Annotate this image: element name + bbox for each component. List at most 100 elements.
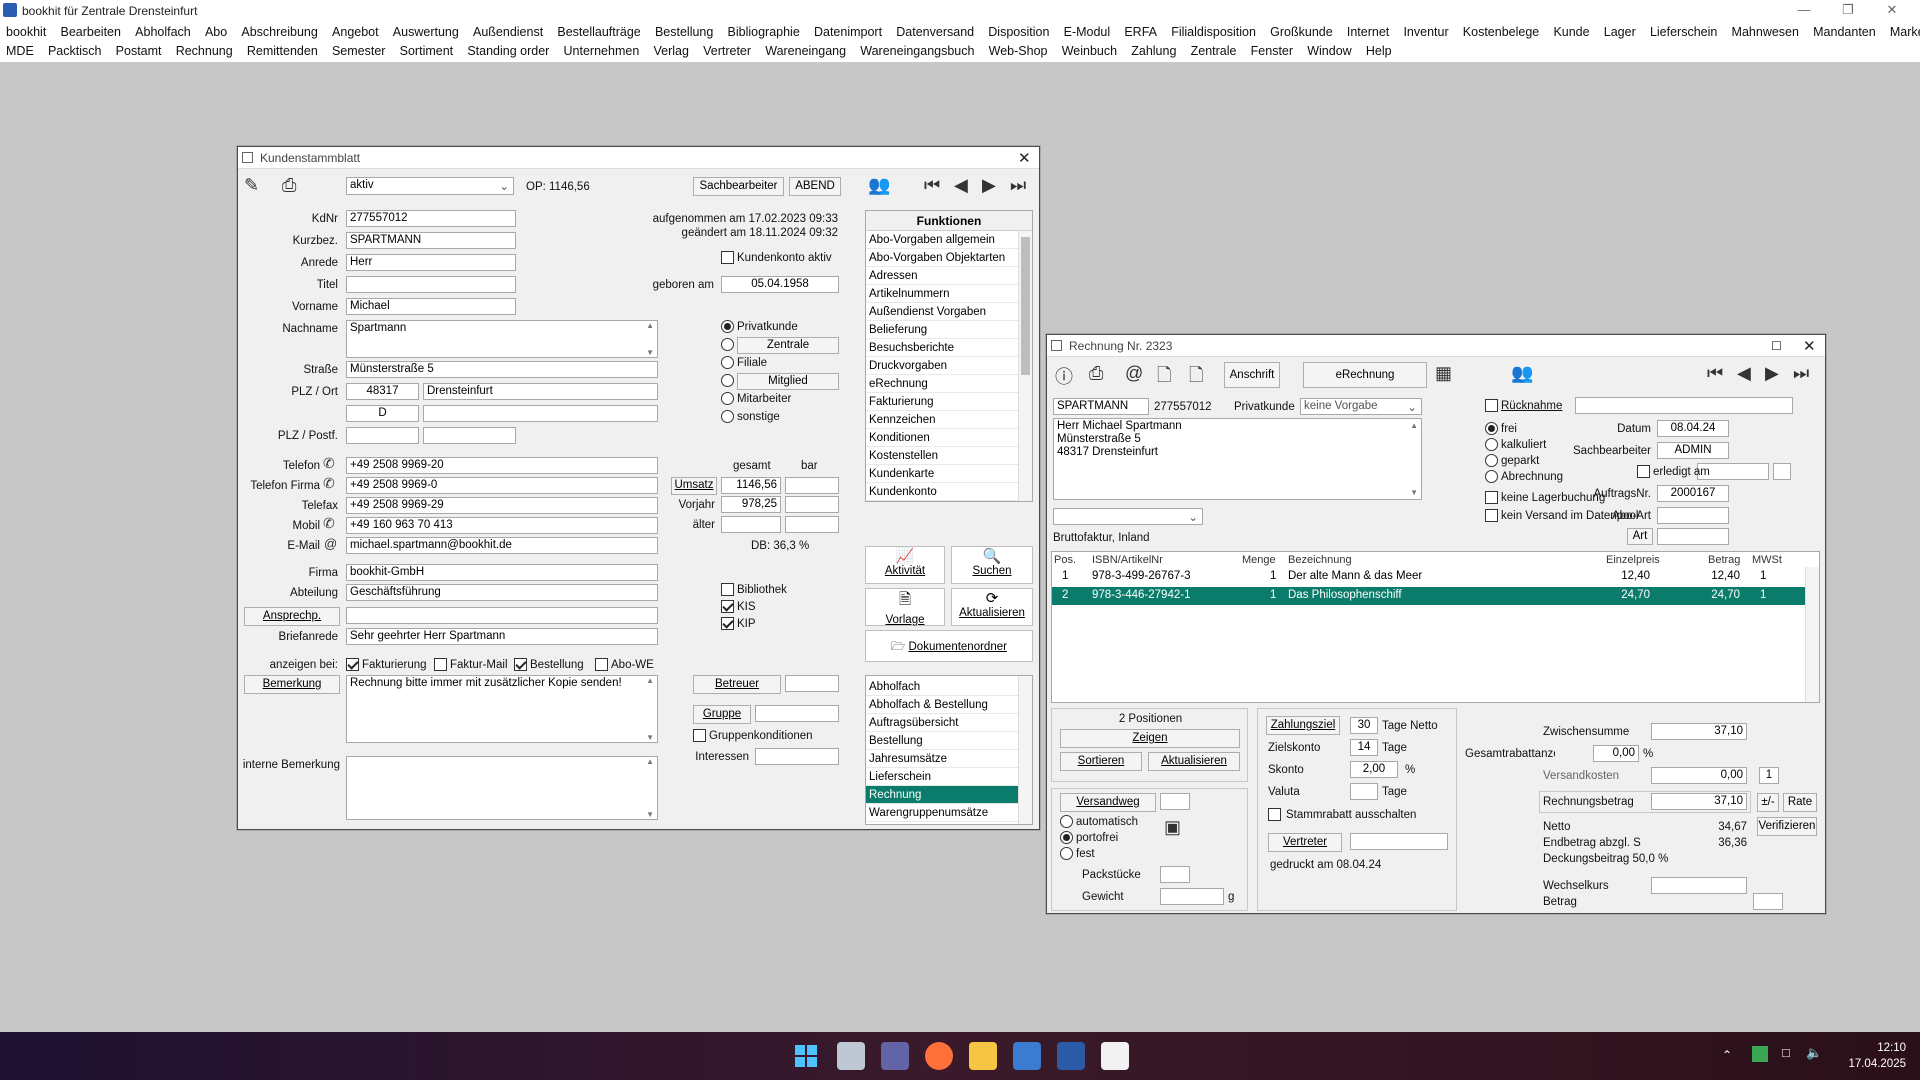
zahlungsziel-field[interactable]: 30 [1350,717,1378,734]
rechnung-kurzbez-field[interactable]: SPARTMANN [1053,398,1149,415]
menu-item[interactable]: Zentrale [1191,44,1237,58]
funktion-item[interactable]: Konditionen [866,429,1018,447]
edit-icon[interactable]: ✎ [244,175,259,196]
telefon-field[interactable]: +49 2508 9969-20 [346,457,658,474]
anschrift-button[interactable]: Anschrift [1224,362,1280,388]
aktualisieren-button[interactable]: ⟳ Aktualisieren [951,588,1033,626]
menu-item[interactable]: Wareneingangsbuch [860,44,974,58]
bestellung-checkbox[interactable] [514,658,527,671]
kein-versand-checkbox[interactable] [1485,509,1498,522]
menu-item[interactable]: Standing order [467,44,549,58]
versandweg-field[interactable] [1160,793,1190,810]
users-icon[interactable]: 👥 [1511,363,1533,384]
ansprechpartner-field[interactable] [346,607,658,624]
titel-field[interactable] [346,276,516,293]
next-record-icon[interactable]: ▶ [1765,363,1779,384]
users-icon[interactable]: 👥 [868,175,890,196]
funktion-item[interactable]: Kennzeichen [866,411,1018,429]
task-view-icon[interactable] [837,1042,865,1070]
menu-item[interactable]: Lieferschein [1650,25,1717,39]
menu-item[interactable]: Window [1307,44,1351,58]
packstuecke-field[interactable] [1160,866,1190,883]
email-field[interactable]: michael.spartmann@bookhit.de [346,537,658,554]
menu-item[interactable]: Angebot [332,25,379,39]
menu-item[interactable]: Datenversand [896,25,974,39]
privatkunde-radio[interactable] [721,320,734,333]
last-record-icon[interactable]: ⏭ [1793,363,1809,384]
ansprechpartner-button[interactable]: Ansprechp. [244,607,340,626]
menu-item[interactable]: Datenimport [814,25,882,39]
abteilung-field[interactable]: Geschäftsführung [346,584,658,601]
sachbearbeiter-field[interactable]: ADMIN [1657,442,1729,459]
suchen-button[interactable]: 🔍 Suchen [951,546,1033,584]
close-icon[interactable]: ✕ [1018,149,1031,167]
art-field[interactable] [1657,528,1729,545]
email-icon[interactable]: @ [1125,363,1143,384]
vertreter-button[interactable]: Vertreter [1268,833,1342,852]
adresse-field[interactable]: Herr Michael Spartmann Münsterstraße 5 483… [1053,418,1422,500]
kdnr-field[interactable]: 277557012 [346,210,516,227]
dokumentenordner-button[interactable]: 🗁 Dokumentenordner [865,630,1033,662]
land-field[interactable]: D [346,405,419,422]
gesamtrabatt-field[interactable]: 0,00 [1593,745,1639,762]
zentrale-button[interactable]: Zentrale [737,337,839,354]
phone-icon[interactable]: ✆ [323,475,335,492]
telefax-field[interactable]: +49 2508 9969-29 [346,497,658,514]
kip-checkbox[interactable] [721,617,734,630]
funktion-item[interactable]: Abo-Vorgaben allgemein [866,231,1018,249]
vertreter-field[interactable] [1350,833,1448,850]
gruppe-button[interactable]: Gruppe [693,705,751,724]
next-record-icon[interactable]: ▶ [982,175,996,196]
archive-icon[interactable]: ▣ [1164,817,1181,838]
table-row[interactable]: 2 978-3-446-27942-1 1 Das Philosophenschiff… [1052,587,1806,605]
versandkosten-field[interactable]: 0,00 [1651,767,1747,784]
close-icon[interactable]: ✕ [1870,2,1914,20]
zentrale-radio[interactable] [721,338,734,351]
menu-item[interactable]: Disposition [988,25,1049,39]
auswertung-item[interactable]: Bestellung [866,732,1018,750]
phone-icon[interactable]: ✆ [323,455,335,472]
versandkosten-count[interactable]: 1 [1759,767,1779,784]
menu-item[interactable]: Postamt [116,44,162,58]
zielskonto-field[interactable]: 14 [1350,739,1378,756]
funktion-item[interactable]: Kostenstellen [866,447,1018,465]
file-explorer-icon[interactable] [969,1042,997,1070]
erechnung-button[interactable]: eRechnung [1303,362,1427,388]
umsatz-button[interactable]: Umsatz [671,477,717,495]
document-icon[interactable]: 🗋 [1189,363,1203,393]
kurzbez-field[interactable]: SPARTMANN [346,232,516,249]
vorlage-button[interactable]: 🗎 Vorlage [865,588,945,626]
menu-item[interactable]: Mandanten [1813,25,1876,39]
plzpostf-field[interactable] [346,427,419,444]
funktionen-scrollbar[interactable] [1018,231,1032,501]
plusminus-button[interactable]: ±/- [1757,793,1779,812]
menu-item[interactable]: MDE [6,44,34,58]
menu-item[interactable]: Rechnung [176,44,233,58]
funktion-item[interactable]: Abo-Vorgaben Objektarten [866,249,1018,267]
bibliothek-checkbox[interactable] [721,583,734,596]
keine-lagerbuchung-checkbox[interactable] [1485,491,1498,504]
bookhit-icon[interactable] [1057,1042,1085,1070]
menu-item[interactable]: Verlag [653,44,688,58]
wechselkurs-field[interactable] [1651,877,1747,894]
menu-item[interactable]: Vertreter [703,44,751,58]
menu-item[interactable]: Abschreibung [241,25,317,39]
auswertung-item[interactable]: Rechnung [866,786,1018,804]
windows-start-icon[interactable] [792,1042,820,1070]
telefonfirma-field[interactable]: +49 2508 9969-0 [346,477,658,494]
mitarbeiter-radio[interactable] [721,392,734,405]
erledigt-extra-field[interactable] [1773,463,1791,480]
menu-item[interactable]: Semester [332,44,386,58]
aktivitaet-button[interactable]: 📈 Aktivität [865,546,945,584]
funktion-item[interactable]: Außendienst Vorgaben [866,303,1018,321]
sortieren-button[interactable]: Sortieren [1060,752,1142,771]
auswertungen-scrollbar[interactable] [1018,676,1032,824]
email-icon[interactable]: @ [324,536,337,551]
erledigt-checkbox[interactable] [1637,465,1650,478]
status-select[interactable]: aktiv ⌄ [346,177,514,195]
auswertung-item[interactable]: Abholfach & Bestellung [866,696,1018,714]
table-row[interactable]: 1 978-3-499-26767-3 1 Der alte Mann & das M… [1052,568,1806,586]
calculator-icon[interactable] [1013,1042,1041,1070]
vorgabe-select[interactable]: keine Vorgabe ⌄ [1300,398,1422,415]
document-icon[interactable]: 🗋 [1157,363,1171,393]
